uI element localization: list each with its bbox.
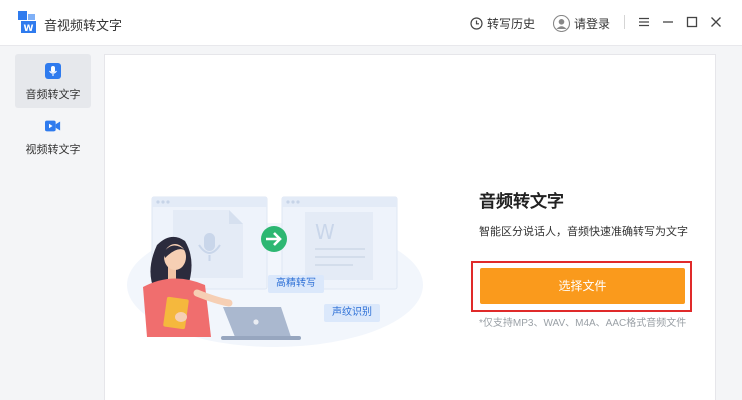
microphone-icon xyxy=(45,63,61,79)
clock-icon xyxy=(470,16,483,30)
login-button[interactable]: 请登录 xyxy=(553,13,610,33)
svg-text:W: W xyxy=(315,220,335,244)
svg-text:W: W xyxy=(24,24,34,33)
maximize-icon[interactable] xyxy=(684,14,700,30)
sidebar: 音频转文字 视频转文字 xyxy=(0,47,100,400)
feature-badge: 声纹识别 xyxy=(324,304,380,322)
close-icon[interactable] xyxy=(708,14,724,30)
sidebar-item-audio-to-text[interactable]: 音频转文字 xyxy=(15,54,91,108)
app-title: 音视频转文字 xyxy=(44,18,123,33)
audio-to-text-illustration: W xyxy=(127,196,423,347)
main-panel: W 高精转写 声纹识别 音频转文字 智能区分说话人，音频快速准确转写为文字 选择… xyxy=(104,54,716,400)
video-camera-icon xyxy=(45,120,61,132)
login-label: 请登录 xyxy=(574,16,611,31)
minimize-icon[interactable] xyxy=(660,14,676,30)
title-bar: W 音视频转文字 转写历史 请登录 xyxy=(0,0,742,46)
app-logo-icon: W xyxy=(18,11,36,33)
divider xyxy=(624,15,625,29)
page-title: 音频转文字 xyxy=(479,192,564,211)
feature-description: 智能区分说话人，音频快速准确转写为文字 xyxy=(479,226,688,238)
avatar-icon xyxy=(553,14,570,32)
history-label: 转写历史 xyxy=(487,16,536,31)
menu-icon[interactable] xyxy=(636,14,652,30)
select-file-button[interactable]: 选择文件 xyxy=(480,268,685,304)
supported-formats-note: *仅支持MP3、WAV、M4A、AAC格式音频文件 xyxy=(479,318,687,329)
sidebar-item-label: 音频转文字 xyxy=(25,89,81,101)
history-button[interactable]: 转写历史 xyxy=(470,14,535,32)
sidebar-item-label: 视频转文字 xyxy=(25,144,81,156)
feature-badge: 高精转写 xyxy=(268,275,324,293)
sidebar-item-video-to-text[interactable]: 视频转文字 xyxy=(15,109,91,163)
